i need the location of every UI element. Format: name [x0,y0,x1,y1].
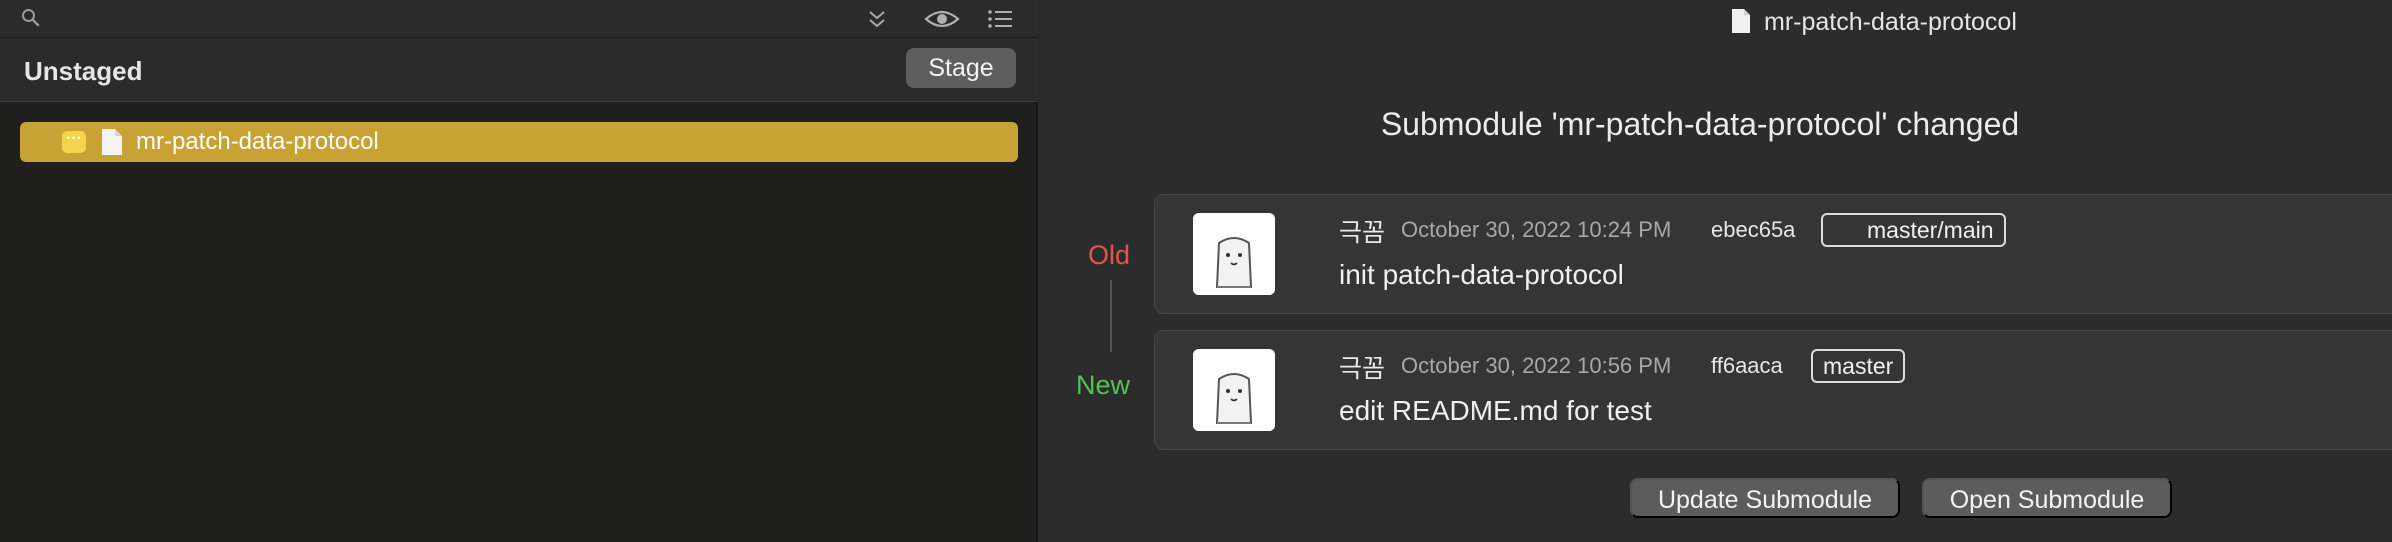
list-icon[interactable] [986,6,1014,32]
old-label: Old [1087,240,1130,270]
title-bar: mr-patch-data-protocol [1040,0,2392,42]
commit-author: 극꼼 [1339,219,1386,247]
unstaged-pane: Unstaged Stage ··· mr-patch-data-protoco… [0,0,1038,542]
avatar [1193,213,1275,295]
collapse-all-icon[interactable] [864,6,890,32]
search-icon[interactable] [20,7,42,29]
unstaged-title: Unstaged [24,56,143,86]
commit-message: init patch-data-protocol [1339,259,1624,290]
modified-status-badge: ··· [62,131,86,153]
commit-hash[interactable]: ff6aaca [1711,353,1783,379]
file-name: mr-patch-data-protocol [136,128,379,155]
submodule-heading: Submodule 'mr-patch-data-protocol' chang… [1380,106,2020,142]
commit-date: October 30, 2022 10:56 PM [1401,353,1672,378]
connector-line [1110,280,1112,352]
open-submodule-button[interactable]: Open Submodule [1922,478,2172,518]
file-list-item[interactable]: ··· mr-patch-data-protocol [20,122,1018,162]
branch-tag: master/main [1821,213,2006,247]
submodule-diff-pane: mr-patch-data-protocol Submodule 'mr-pat… [1040,0,2392,542]
eye-icon[interactable] [924,6,960,32]
unstaged-header: Unstaged Stage [0,38,1038,102]
left-toolbar [0,0,1038,38]
window-title: mr-patch-data-protocol [1764,8,2017,36]
file-icon [1732,9,1750,33]
stage-button[interactable]: Stage [906,48,1016,88]
commit-author: 극꼼 [1339,355,1386,383]
avatar [1193,349,1275,431]
file-icon [102,129,122,155]
commit-date: October 30, 2022 10:24 PM [1401,217,1672,242]
update-submodule-button[interactable]: Update Submodule [1630,478,1900,518]
app-window: Unstaged Stage ··· mr-patch-data-protoco… [0,0,2392,542]
branch-tag: master [1811,349,1906,383]
new-label: New [1075,370,1130,400]
commit-hash[interactable]: ebec65a [1711,217,1795,243]
commit-message: edit README.md for test [1339,395,1652,426]
old-commit-card[interactable]: 극꼼 October 30, 2022 10:24 PM ebec65a mas… [1154,194,2392,314]
new-commit-card[interactable]: 극꼼 October 30, 2022 10:56 PM ff6aaca mas… [1154,330,2392,450]
